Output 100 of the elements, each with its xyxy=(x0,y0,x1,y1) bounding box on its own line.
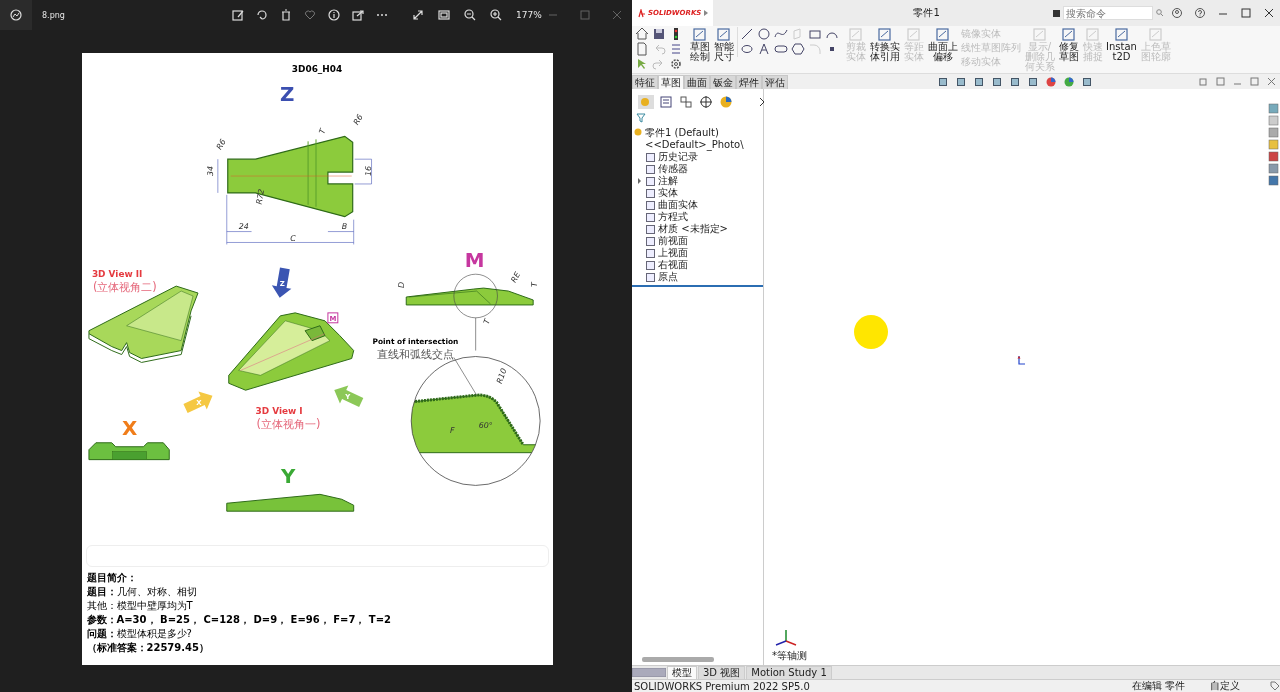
file-name: 8.png xyxy=(42,10,66,20)
toolbar-button[interactable]: 智能尺寸 xyxy=(713,27,734,62)
configuration-icon[interactable] xyxy=(678,95,694,109)
zoom-in-icon[interactable] xyxy=(490,9,502,21)
edit-icon[interactable] xyxy=(232,9,244,21)
info-icon[interactable] xyxy=(328,9,340,21)
toolbar-button[interactable]: 转换实体引用 xyxy=(869,27,900,62)
command-icon xyxy=(1053,9,1060,17)
search-field[interactable]: 搜索命令 xyxy=(1063,6,1153,20)
maximize-icon[interactable] xyxy=(1250,77,1259,86)
expand-arrow-icon[interactable] xyxy=(637,178,642,184)
note-text: 题目简介： xyxy=(86,572,138,584)
search-icon[interactable] xyxy=(1156,9,1164,17)
cursor-highlight xyxy=(854,315,888,349)
ellipse-icon[interactable] xyxy=(740,42,754,56)
scrollbar[interactable] xyxy=(642,657,714,662)
tree-node-icon xyxy=(646,212,655,222)
callout-subtitle: 直线和弧线交点 xyxy=(377,347,454,362)
tool-icon xyxy=(1148,27,1163,42)
tab[interactable]: 钣金 xyxy=(710,74,736,89)
help-icon[interactable] xyxy=(1195,8,1205,18)
leader-line xyxy=(474,317,476,351)
leader-line xyxy=(453,357,477,396)
tree-item[interactable]: 注解 xyxy=(658,174,678,188)
view-caption-subtitle: (立体视角二) xyxy=(92,280,157,295)
close-icon[interactable] xyxy=(1264,8,1274,18)
tree-node-icon xyxy=(646,164,655,174)
tree-item[interactable]: 右视面 xyxy=(658,258,688,272)
note-text: 问题：模型体积是多少? xyxy=(86,628,193,640)
status-text: SOLIDWORKS Premium 2022 SP5.0 xyxy=(634,680,810,692)
rotate-icon[interactable] xyxy=(256,9,268,21)
tile-icon[interactable] xyxy=(1216,77,1225,86)
tree-item[interactable]: 上视面 xyxy=(658,246,688,260)
tab[interactable]: 3D 视图 xyxy=(698,665,746,680)
tab[interactable]: 评估 xyxy=(762,74,788,89)
tree-item[interactable]: 实体 xyxy=(658,186,678,200)
toolbar-button[interactable]: 修复草图 xyxy=(1058,27,1079,62)
text-icon[interactable] xyxy=(757,42,771,56)
view-label: Z xyxy=(279,82,294,106)
tree-node-icon xyxy=(646,236,655,246)
tree-item[interactable]: 前视面 xyxy=(658,234,688,248)
view-label: X xyxy=(121,416,137,440)
tool-icon xyxy=(716,27,731,42)
save-icon[interactable] xyxy=(652,27,666,41)
note-text: 其他：模型中壁厚均为T xyxy=(86,600,194,612)
tree-item[interactable]: 传感器 xyxy=(658,162,688,176)
toolbar-button[interactable]: Instant2D xyxy=(1106,27,1137,62)
slot-icon[interactable] xyxy=(774,42,788,56)
origin-icon xyxy=(1016,355,1026,365)
view-caption: 3D View II xyxy=(91,269,142,280)
dimension-label: D xyxy=(396,281,406,289)
fit-icon[interactable] xyxy=(438,9,450,21)
tree-item[interactable]: 方程式 xyxy=(658,210,688,224)
tree-node-icon xyxy=(646,272,655,282)
tab[interactable]: 模型 xyxy=(667,665,697,680)
restore-icon[interactable] xyxy=(1199,77,1208,86)
circle-icon[interactable] xyxy=(757,27,771,41)
dimension-label: F xyxy=(449,425,454,435)
crosshair-icon[interactable] xyxy=(698,95,714,109)
tree-node-icon xyxy=(646,224,655,234)
zoom-out-icon[interactable] xyxy=(464,9,476,21)
maximize-icon[interactable] xyxy=(1241,8,1251,18)
chevron-icon[interactable] xyxy=(758,97,766,107)
toolbar-button[interactable]: 草图绘制 xyxy=(689,27,710,62)
expand-icon[interactable] xyxy=(412,9,424,21)
user-icon[interactable] xyxy=(1172,8,1182,18)
tool-icon xyxy=(906,27,921,42)
tree-item[interactable]: 原点 xyxy=(658,270,678,284)
tree-item[interactable]: 曲面实体 xyxy=(658,198,698,212)
note-text: 参数：A=30， B=25， C=128， D=9， E=96， F=7， T=2 xyxy=(86,614,393,626)
tree-node-icon xyxy=(646,260,655,270)
tab[interactable]: Motion Study 1 xyxy=(746,665,832,680)
drawing-title: 3D06_H04 xyxy=(291,63,342,74)
filter-icon[interactable] xyxy=(636,113,646,123)
display-manager-icon[interactable] xyxy=(718,95,734,109)
tree-item[interactable]: 材质 <未指定> xyxy=(658,222,728,236)
tree-node-icon xyxy=(646,176,655,186)
tag-icon[interactable] xyxy=(1270,681,1280,691)
tree-item[interactable]: 零件1 (Default) <<Default>_Photo\ xyxy=(645,127,763,151)
window-title: 零件1 xyxy=(913,6,940,20)
share-icon[interactable] xyxy=(352,9,364,21)
new-document-icon[interactable] xyxy=(635,42,649,56)
gear-icon[interactable] xyxy=(669,57,683,71)
part-icon xyxy=(634,127,643,136)
tab[interactable]: 特征 xyxy=(632,74,658,89)
units-selector[interactable]: 自定义 xyxy=(1210,679,1270,692)
tab[interactable]: 草图 xyxy=(658,74,684,89)
caret-icon[interactable] xyxy=(703,9,710,17)
line-icon[interactable] xyxy=(740,27,754,41)
toolbar-button[interactable]: 曲面上偏移 xyxy=(927,27,958,62)
heart-icon[interactable] xyxy=(304,9,316,21)
view-caption: 3D View I xyxy=(255,406,303,416)
dimension-label: B xyxy=(341,221,347,231)
polygon-icon[interactable] xyxy=(791,42,805,56)
delete-icon[interactable] xyxy=(280,9,292,21)
property-manager-icon[interactable] xyxy=(658,95,674,109)
tab[interactable]: 曲面 xyxy=(684,74,710,89)
tree-item[interactable]: 历史记录 xyxy=(658,150,698,164)
tab[interactable]: 焊件 xyxy=(736,74,762,89)
app-icon[interactable] xyxy=(10,9,22,21)
